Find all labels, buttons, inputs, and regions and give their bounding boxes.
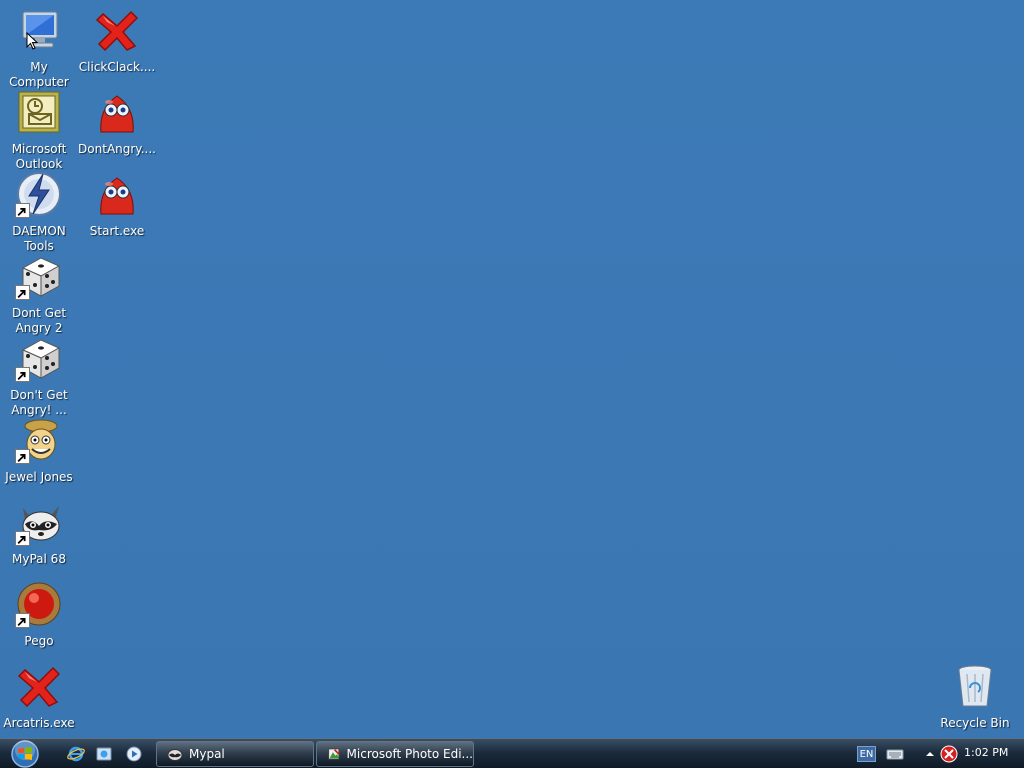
desktop: My Computer Microsoft Outlook DAEMON Too…	[0, 0, 1024, 738]
red-x-icon	[15, 662, 63, 710]
desktop-icon-jewel-jones[interactable]: Jewel Jones	[0, 412, 78, 494]
media-player-icon	[126, 746, 142, 762]
desktop-icon-mypal-68[interactable]: MyPal 68	[0, 494, 78, 576]
photo-editor-task-icon	[328, 748, 340, 760]
red-blob-icon	[93, 170, 141, 218]
mouse-cursor-icon	[26, 32, 38, 50]
start-button[interactable]	[6, 739, 44, 768]
computer-icon	[15, 6, 63, 54]
quick-launch-media-player[interactable]	[124, 744, 144, 764]
tray-app-icon[interactable]	[940, 745, 958, 763]
mypal-task-icon	[167, 749, 183, 761]
recycle-bin-icon	[951, 662, 999, 710]
dice-icon	[15, 252, 63, 300]
icon-label: Start.exe	[89, 224, 145, 238]
desktop-icon-arcatris[interactable]: Arcatris.exe	[0, 658, 78, 740]
icon-label: DontAngry....	[78, 142, 156, 156]
shortcut-arrow-icon	[15, 449, 30, 464]
icon-label: Recycle Bin	[940, 716, 1010, 730]
taskbar-button-mypal[interactable]: Mypal	[156, 741, 314, 767]
internet-explorer-icon	[67, 746, 85, 762]
shortcut-arrow-icon	[15, 367, 30, 382]
desktop-icon-dontangry[interactable]: DontAngry....	[78, 84, 156, 166]
red-x-icon	[93, 6, 141, 54]
quick-launch-show-desktop[interactable]	[94, 744, 114, 764]
show-desktop-icon	[96, 747, 112, 761]
icon-label: ClickClack....	[78, 60, 156, 74]
desktop-icon-dont-get-angry-2[interactable]: Dont Get Angry 2	[0, 248, 78, 335]
desktop-icon-microsoft-outlook[interactable]: Microsoft Outlook	[0, 84, 78, 171]
icon-label: Arcatris.exe	[3, 716, 75, 730]
shortcut-arrow-icon	[15, 203, 30, 218]
clock[interactable]: 1:02 PM	[964, 746, 1008, 759]
icon-label: Pego	[24, 634, 54, 648]
shortcut-arrow-icon	[15, 531, 30, 546]
windows-logo-icon	[11, 740, 39, 768]
desktop-icon-pego[interactable]: Pego	[0, 576, 78, 658]
outlook-icon	[15, 88, 63, 136]
quick-launch-internet-explorer[interactable]	[66, 744, 86, 764]
daemon-tools-icon	[15, 170, 63, 218]
task-label: Microsoft Photo Edi...	[346, 747, 473, 761]
red-ball-icon	[15, 580, 63, 628]
dice-icon	[15, 334, 63, 382]
task-label: Mypal	[189, 747, 225, 761]
icon-label: MyPal 68	[12, 552, 66, 566]
red-blob-icon	[93, 88, 141, 136]
icon-label: Jewel Jones	[5, 470, 73, 484]
show-hidden-icons-icon[interactable]	[924, 747, 936, 761]
shortcut-arrow-icon	[15, 285, 30, 300]
shortcut-arrow-icon	[15, 613, 30, 628]
raccoon-icon	[15, 498, 63, 546]
desktop-icon-clickclack[interactable]: ClickClack....	[78, 2, 156, 84]
jewel-jones-icon	[15, 416, 63, 464]
taskbar-button-microsoft-photo-editor[interactable]: Microsoft Photo Edi...	[316, 741, 474, 767]
keyboard-icon[interactable]	[886, 747, 904, 761]
desktop-icon-start-exe[interactable]: Start.exe	[78, 166, 156, 248]
language-indicator[interactable]: EN	[857, 746, 876, 762]
desktop-icon-recycle-bin[interactable]: Recycle Bin	[936, 658, 1014, 740]
desktop-icon-my-computer[interactable]: My Computer	[0, 2, 78, 89]
taskbar: Mypal Microsoft Photo Edi... EN 1:02 PM	[0, 738, 1024, 768]
desktop-icon-daemon-tools[interactable]: DAEMON Tools	[0, 166, 78, 253]
desktop-icon-dont-get-angry[interactable]: Don't Get Angry! ...	[0, 330, 78, 417]
